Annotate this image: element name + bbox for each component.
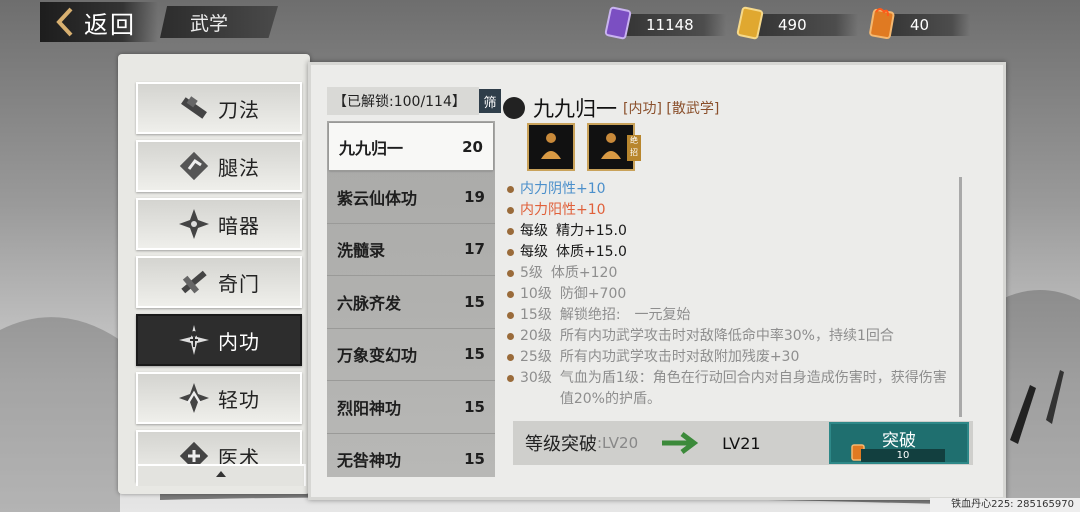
skill-item[interactable]: 烈阳神功 15 [327,381,495,434]
breakthrough-label: 等级突破 [525,434,597,455]
skill-name: 烈阳神功 [337,398,402,418]
category-scroll-more[interactable] [136,464,306,486]
category-exotic[interactable]: 奇门 [136,256,302,308]
breakthrough-button[interactable]: 突破 10 [829,422,969,464]
skill-level: 17 [464,240,485,259]
arrow-right-icon [662,432,699,454]
exotic-weapon-icon [174,262,214,302]
category-label: 内功 [218,329,260,354]
skill-tags: [内功] [散武学] [623,101,720,117]
ultimate-move-icon[interactable]: 绝招 [587,123,641,171]
skill-item-selected[interactable]: 九九归一 20 [329,123,493,171]
move-icons: 绝招 [527,123,641,171]
next-level: LV21 [722,433,761,453]
inner-power-icon [174,320,214,360]
skill-item[interactable]: 无咎神功 15 [327,434,495,478]
category-label: 轻功 [218,387,260,412]
currency-purple: 11148 [604,6,726,40]
category-lightness[interactable]: 轻功 [136,372,302,424]
skill-level: 15 [464,450,485,469]
skill-name: 洗髓录 [337,241,386,261]
purple-scroll-icon [602,6,634,40]
skill-title: 九九归一 [内功] [散武学] [503,93,719,123]
skill-level: 15 [464,397,485,416]
skill-level: 20 [462,137,483,156]
category-panel: 刀法 腿法 暗器 奇门 内功 轻功 医术 [118,54,310,494]
currency-gold: 490 [736,6,858,40]
kick-icon [174,146,214,186]
section-title: 武学 [160,6,278,38]
skill-item[interactable]: 洗髓录 17 [327,224,495,276]
skill-item[interactable]: 六脉齐发 15 [327,276,495,329]
category-label: 刀法 [218,97,260,122]
skill-list[interactable]: 九九归一 20 紫云仙体功 19 洗髓录 17 六脉齐发 15 万象变幻功 15… [327,121,495,477]
skill-name: 紫云仙体功 [337,188,418,208]
chevron-left-icon [52,2,78,42]
skill-name: 万象变幻功 [337,346,418,366]
effect-row: 每级 精力+15.0 [507,221,957,242]
back-button[interactable]: 返回 [40,2,158,42]
skill-item[interactable]: 紫云仙体功 19 [327,171,495,224]
skill-detail-name: 九九归一 [533,97,617,121]
fire-scroll-icon [866,6,898,40]
effect-row: 20级 所有内功武学攻击时对敌降低命中率30%，持续1回合 [507,326,957,347]
breakthrough-cost: 10 [861,449,945,462]
category-label: 暗器 [218,213,260,238]
effects-scrollbar[interactable] [959,177,962,417]
skill-level: 15 [464,292,485,311]
top-bar: 返回 武学 11148 490 40 [0,0,1080,50]
chevron-up-icon [216,471,226,477]
currency-fire: 40 [869,8,970,40]
effect-row: 30级 气血为盾1级：角色在行动回合内对自身造成伤害时，获得伤害值20%的护盾。 [507,368,957,410]
skill-level: 15 [464,345,485,364]
effect-row: 内力阴性+10 [507,179,957,200]
unlock-count: 【已解锁:100/114】 筛 [327,87,501,115]
shuriken-icon [174,204,214,244]
skill-name: 六脉齐发 [337,293,402,313]
skill-name: 九九归一 [339,138,404,158]
inner-power-type-icon [503,97,525,119]
unlock-label: 【已解锁:100/114】 [333,94,466,110]
current-level: :LV20 [597,434,639,452]
effects-list: 内力阴性+10 内力阳性+10 每级 精力+15.0 每级 体质+15.0 5级 体质… [507,179,957,410]
effect-row: 25级 所有内功武学攻击时对敌附加残废+30 [507,347,957,368]
skill-level: 19 [464,187,485,206]
ultimate-badge: 绝招 [627,135,641,161]
effect-row: 5级 体质+120 [507,263,957,284]
category-blade[interactable]: 刀法 [136,82,302,134]
level-breakthrough: 等级突破 :LV20 LV21 突破 10 [513,421,973,465]
gold-scroll-icon [734,6,766,40]
meditation-move-icon[interactable] [527,123,575,171]
filter-button[interactable]: 筛 [479,89,501,113]
category-inner-power[interactable]: 内功 [136,314,302,366]
effect-row: 内力阳性+10 [507,200,957,221]
blade-icon [174,88,214,128]
player-id-watermark: 铁血丹心225: 285165970 [930,498,1080,512]
category-label: 奇门 [218,271,260,296]
category-list: 刀法 腿法 暗器 奇门 内功 轻功 医术 [136,82,302,488]
skill-item[interactable]: 万象变幻功 15 [327,329,495,381]
effect-row: 10级 防御+700 [507,284,957,305]
category-hidden-weapon[interactable]: 暗器 [136,198,302,250]
effect-row: 每级 体质+15.0 [507,242,957,263]
main-panel: 【已解锁:100/114】 筛 九九归一 20 紫云仙体功 19 洗髓录 17 … [308,62,1006,500]
category-label: 腿法 [218,155,260,180]
back-label: 返回 [84,10,136,39]
category-kick[interactable]: 腿法 [136,140,302,192]
effect-row: 15级 解锁绝招: 一元复始 [507,305,957,326]
lightness-icon [174,378,214,418]
skill-name: 无咎神功 [337,451,402,471]
